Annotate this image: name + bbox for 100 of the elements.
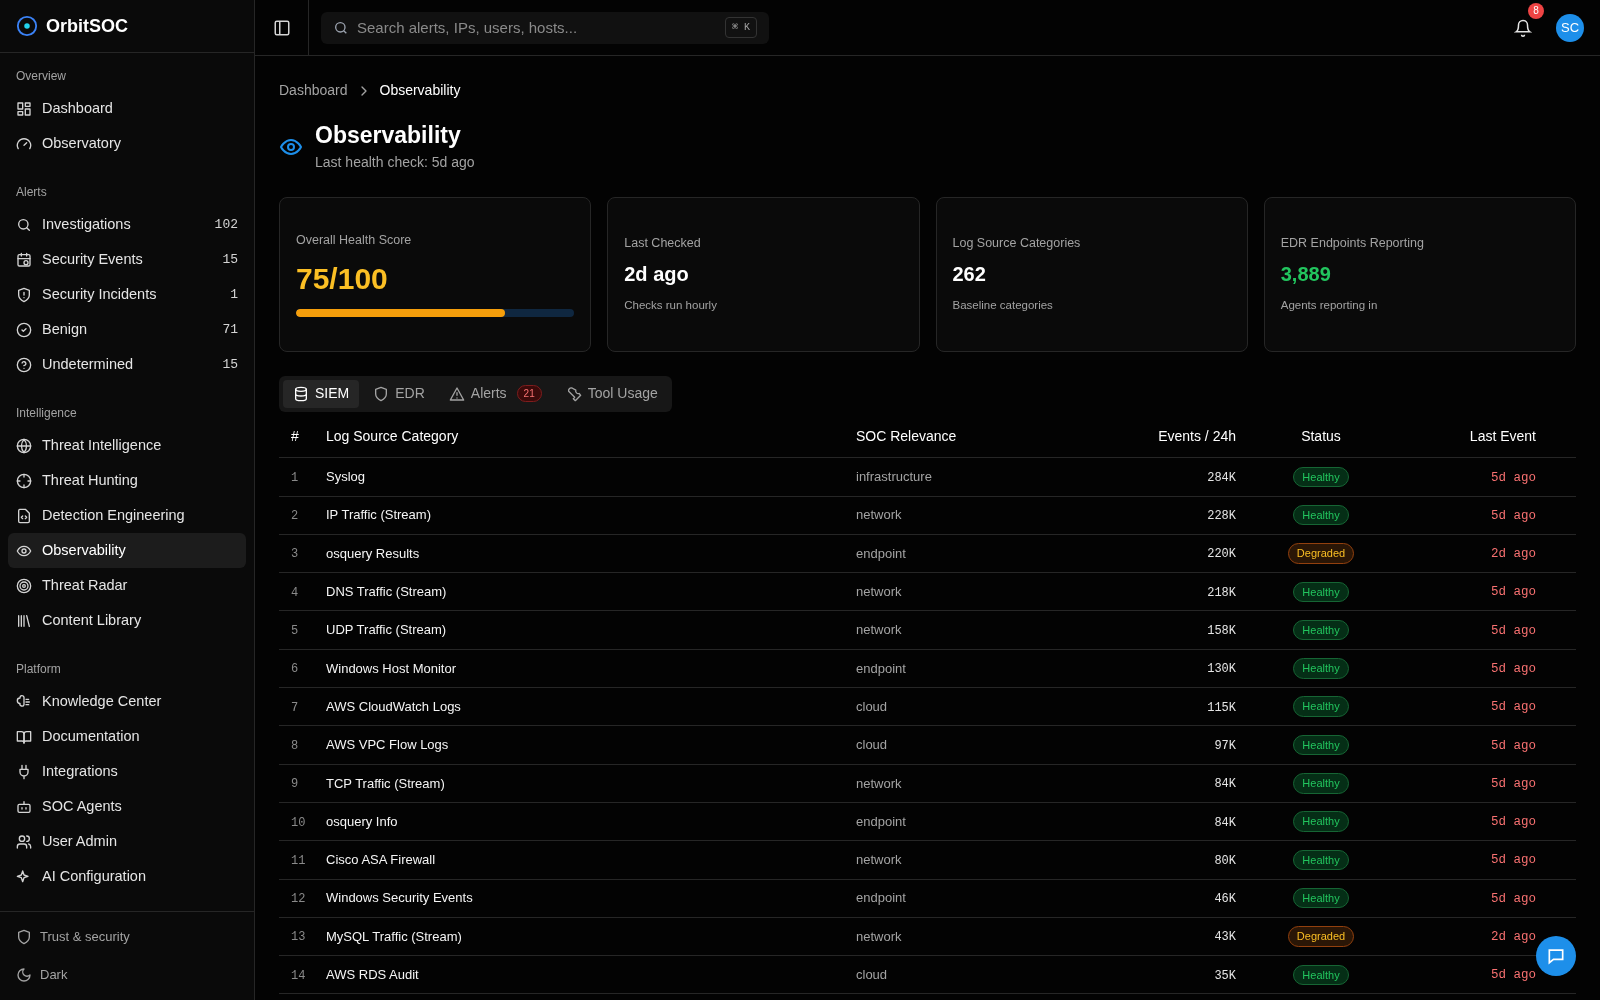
status-badge: Healthy (1293, 619, 1349, 641)
row-number: 14 (291, 968, 306, 983)
table-cell: 5d ago (1491, 662, 1536, 676)
table-cell: UDP Traffic (Stream) (326, 622, 447, 638)
table-cell: endpoint (856, 813, 906, 829)
table-cell: endpoint (856, 890, 906, 906)
bell-icon (1514, 18, 1532, 37)
database-icon (293, 385, 309, 402)
moon-icon (16, 967, 32, 983)
search-field[interactable]: Search alerts, IPs, users, hosts... (357, 11, 717, 44)
sidebar-item[interactable]: Observability (8, 533, 246, 568)
book-open-icon (16, 728, 32, 745)
sidebar-item[interactable]: Observatory (8, 126, 246, 161)
crosshair-icon (16, 472, 32, 489)
table-cell: 97K (1214, 738, 1236, 753)
column-header: # (291, 428, 299, 444)
sidebar-item[interactable]: AI Configuration (8, 859, 246, 894)
sidebar-item[interactable]: Documentation (8, 719, 246, 754)
globe-icon (16, 437, 32, 454)
search-icon (16, 216, 32, 233)
sidebar-item[interactable]: Detection Engineering (8, 498, 246, 533)
status-badge: Healthy (1293, 466, 1349, 488)
table-cell: 5d ago (1491, 585, 1536, 600)
table-cell: MySQL Traffic (Stream) (326, 928, 462, 944)
table-cell: 5d ago (1491, 776, 1536, 791)
breadcrumb-link[interactable]: Dashboard (279, 80, 348, 101)
help-circle-icon (16, 356, 32, 373)
table-cell: 5d ago (1491, 815, 1536, 830)
table-cell: 5d ago (1491, 470, 1536, 485)
chat-button[interactable] (1536, 936, 1576, 976)
row-number: 6 (291, 662, 299, 677)
table-cell: endpoint (856, 660, 906, 676)
sidebar-item[interactable]: Security Incidents 1 (8, 277, 246, 312)
logo-icon (16, 15, 38, 37)
sidebar-footer-item[interactable]: Trust & security (16, 920, 238, 954)
row-number: 11 (291, 853, 306, 868)
wrench-icon (565, 385, 582, 402)
table-cell: 80K (1214, 853, 1236, 868)
status-badge: Healthy (1293, 887, 1349, 909)
sparkles-icon (16, 868, 32, 885)
column-header: Status (1301, 428, 1341, 444)
stat-value: 262 (952, 262, 987, 287)
table-cell: 5d ago (1491, 853, 1536, 868)
tab[interactable]: SIEM (283, 379, 360, 408)
table-cell: Syslog (326, 469, 366, 485)
table-cell: 43K (1214, 930, 1236, 945)
table-cell: AWS CloudWatch Logs (326, 698, 461, 714)
notification-count: 8 (1528, 2, 1544, 19)
bot-icon (16, 798, 32, 815)
tab[interactable]: Alerts 21 (438, 379, 552, 408)
table-cell: 84K (1214, 815, 1236, 830)
sidebar-footer-item[interactable]: Dark (16, 958, 238, 992)
page-title: Observability (315, 121, 462, 150)
chat-icon (1546, 946, 1566, 966)
row-number: 1 (291, 470, 299, 485)
library-icon (16, 612, 32, 629)
sidebar-item[interactable]: Undetermined 15 (8, 347, 246, 382)
table-cell: 35K (1214, 968, 1236, 983)
table-cell: network (856, 775, 902, 791)
row-number: 13 (291, 930, 306, 945)
tab[interactable]: EDR (363, 379, 435, 408)
tab[interactable]: Tool Usage (555, 379, 668, 408)
sidebar-item[interactable]: Security Events 15 (8, 242, 246, 277)
status-badge: Healthy (1293, 696, 1349, 717)
sidebar-item[interactable]: Threat Radar (8, 568, 246, 603)
sidebar-item[interactable]: Benign 71 (8, 312, 246, 347)
table-cell: 5d ago (1491, 700, 1536, 715)
stat-value: 75/100 (296, 261, 389, 298)
table-cell: AWS VPC Flow Logs (326, 737, 449, 753)
grid-icon (16, 100, 32, 117)
sidebar-item[interactable]: User Admin (8, 824, 246, 859)
row-number: 5 (291, 624, 299, 639)
table-cell: infrastructure (856, 469, 932, 485)
row-number: 8 (291, 738, 299, 753)
status-badge: Healthy (1293, 658, 1349, 679)
stat-label: EDR Endpoints Reporting (1280, 235, 1425, 253)
table-cell: network (856, 852, 902, 868)
sidebar-item[interactable]: Threat Hunting (8, 463, 246, 498)
table-cell: 218K (1207, 585, 1236, 600)
sidebar-item[interactable]: Knowledge Center (8, 684, 246, 719)
users-icon (16, 833, 32, 850)
item-count: 102 (214, 215, 238, 234)
sidebar-item[interactable]: Dashboard (8, 91, 246, 126)
section-heading: Alerts (15, 184, 48, 201)
table-cell: 46K (1214, 892, 1236, 907)
item-count: 1 (230, 285, 238, 304)
sidebar-item[interactable]: Integrations (8, 754, 246, 789)
calendar-clock-icon (16, 251, 32, 268)
table-cell: network (856, 584, 902, 600)
sidebar-item[interactable]: Content Library (8, 603, 246, 638)
search-bar[interactable]: Search alerts, IPs, users, hosts... ⌘ K (321, 11, 769, 44)
status-badge: Healthy (1293, 811, 1349, 832)
shield-alert-icon (16, 286, 32, 303)
sidebar-item[interactable]: SOC Agents (8, 789, 246, 824)
sidebar-item[interactable]: Threat Intelligence (8, 428, 246, 463)
sidebar-item[interactable]: Investigations 102 (8, 207, 246, 242)
table-cell: 5d ago (1491, 891, 1536, 906)
status-badge: Healthy (1293, 581, 1349, 603)
status-badge: Healthy (1293, 504, 1349, 526)
status-badge: Healthy (1293, 849, 1349, 871)
